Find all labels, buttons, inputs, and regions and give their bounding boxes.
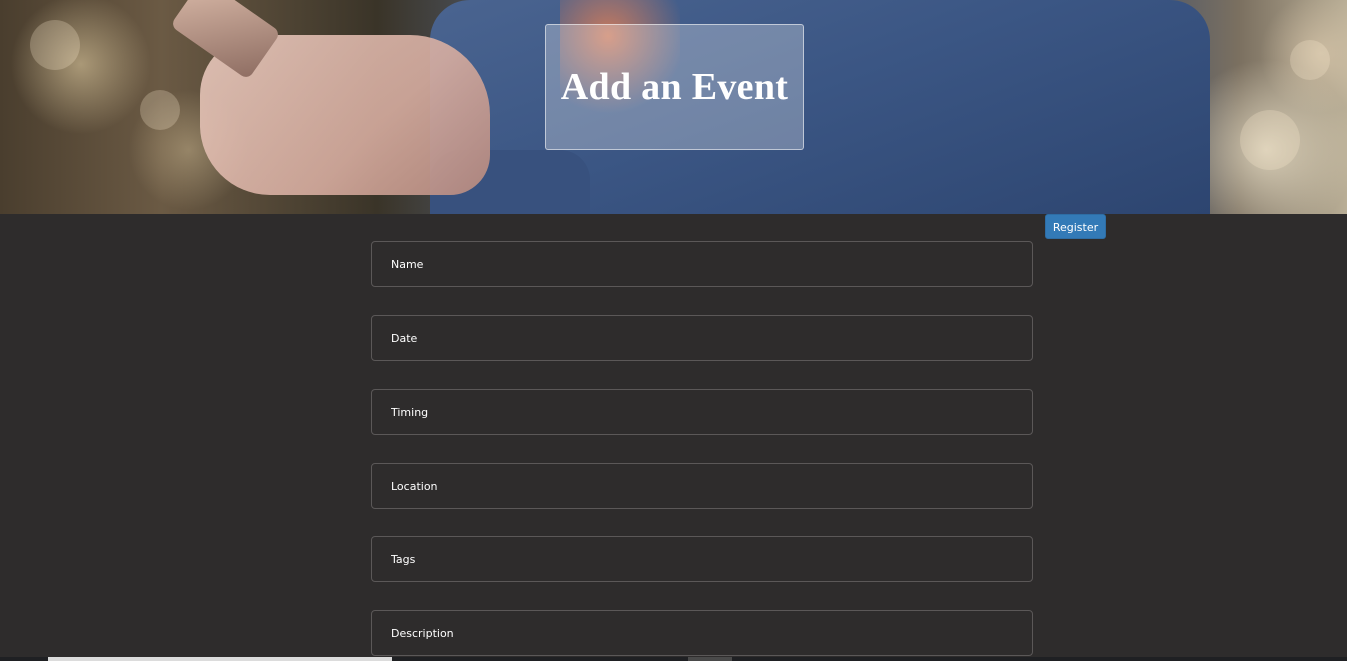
name-field[interactable] (371, 241, 1033, 287)
page-title-box: Add an Event (545, 24, 804, 150)
bottom-strip-segment (48, 657, 392, 661)
tags-field[interactable] (371, 536, 1033, 582)
bokeh-light (140, 90, 180, 130)
page-title: Add an Event (560, 66, 789, 108)
bottom-strip (0, 657, 1347, 661)
bokeh-light (1240, 110, 1300, 170)
bottom-strip-segment (688, 657, 732, 661)
register-button[interactable]: Register (1045, 214, 1106, 239)
date-field[interactable] (371, 315, 1033, 361)
description-field[interactable] (371, 610, 1033, 656)
bokeh-light (1290, 40, 1330, 80)
location-field[interactable] (371, 463, 1033, 509)
timing-field[interactable] (371, 389, 1033, 435)
hero-banner: Add an Event (0, 0, 1347, 214)
bokeh-light (30, 20, 80, 70)
